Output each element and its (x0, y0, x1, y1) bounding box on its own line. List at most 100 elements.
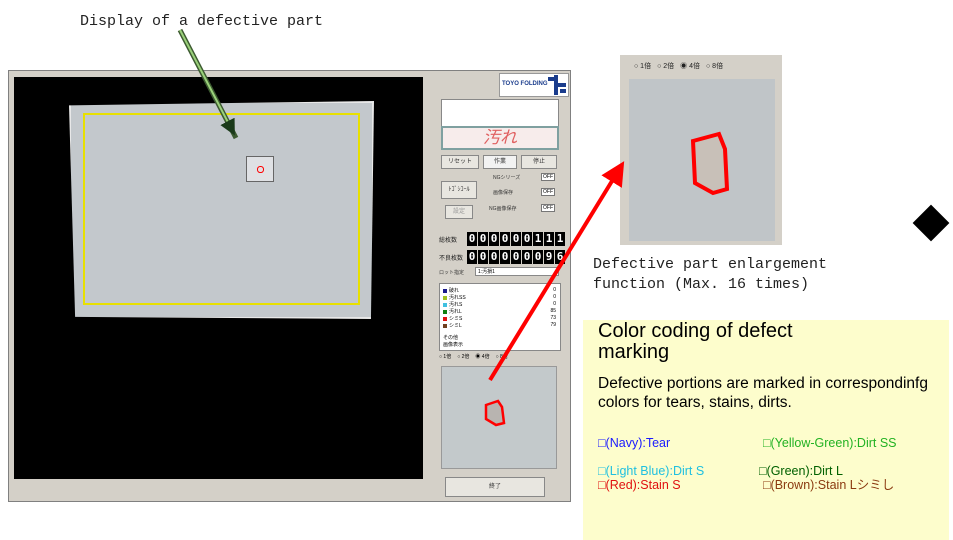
legend-red-stain-s: □(Red):Stain S (598, 478, 681, 492)
legend-name: 汚れL (449, 309, 462, 315)
counter-digit: 0 (500, 232, 510, 246)
counter-digit: 0 (467, 232, 477, 246)
run-button[interactable]: 作業 (483, 155, 517, 169)
lot-select-value: 1:汚損1 (478, 269, 495, 275)
legend-row: 汚れS (443, 301, 462, 308)
zoom-radio[interactable]: ○ 1倍 (634, 63, 651, 70)
legend-value: 0 (553, 301, 556, 307)
image-save-toggle[interactable]: OFF (541, 188, 555, 196)
counter-digit: 0 (500, 250, 510, 264)
zoom-radio[interactable]: ◉ 4倍 (475, 354, 489, 360)
close-button[interactable]: 終了 (445, 477, 545, 497)
enlargement-window: ○ 1倍 ○ 2倍 ◉ 4倍 ○ 8倍 (620, 55, 782, 245)
stop-button[interactable]: 停止 (521, 155, 557, 169)
counter-digit: 0 (467, 250, 477, 264)
legend-swatch (443, 302, 447, 307)
counter-digit: 9 (544, 250, 554, 264)
lamp-button[interactable]: ﾄｺﾞｼｺｰﾙ (441, 181, 477, 199)
defect-type-label: 汚れ (441, 126, 559, 150)
legend-row: 汚れL (443, 308, 462, 315)
legend-value: 73 (550, 315, 556, 321)
legend-extra: その他 (443, 335, 459, 341)
zoom-radio[interactable]: ○ 8倍 (706, 63, 723, 70)
setting-button[interactable]: 設定 (445, 205, 473, 219)
display-defect-caption: Display of a defective part (80, 13, 324, 30)
legend-extra: 画像表示 (443, 342, 464, 348)
counter-digit: 0 (478, 250, 488, 264)
zoom-radio[interactable]: ○ 2倍 (657, 63, 674, 70)
legend-value: 0 (553, 294, 556, 300)
defect-legend-list: 破れ 0 汚れSS 0 汚れS 0 汚れL 85 シミS 73 シミL 79 その他 画像表示 (439, 283, 561, 351)
defect-marker-box[interactable] (246, 156, 274, 182)
legend-yellow-green-dirt-ss: □(Yellow-Green):Dirt SS (763, 437, 897, 450)
company-logo: TOYO FOLDING (499, 73, 569, 97)
zoom-radio[interactable]: ◉ 4倍 (680, 63, 700, 70)
color-coding-panel: Color coding of defect marking Defective… (583, 320, 949, 540)
defect-mark (257, 166, 264, 173)
counter-digit: 0 (489, 250, 499, 264)
ng-image-save-toggle[interactable]: OFF (541, 204, 555, 212)
mini-enlargement-view (441, 366, 557, 469)
legend-green-dirt-l: □(Green):Dirt L (759, 464, 843, 478)
counter-digit: 1 (555, 232, 565, 246)
zoom-radio[interactable]: ○ 8倍 (496, 354, 508, 360)
enlargement-zoom-radios[interactable]: ○ 1倍 ○ 2倍 ◉ 4倍 ○ 8倍 (634, 61, 729, 71)
legend-row: 汚れSS (443, 294, 466, 301)
counter-digit: 1 (544, 232, 554, 246)
legend-name: シミS (449, 316, 463, 322)
reset-button[interactable]: リセット (441, 155, 479, 169)
counter-digit: 0 (522, 232, 532, 246)
enlargement-view (629, 79, 775, 241)
lamp-button-label: ﾄｺﾞｼｺｰﾙ (448, 187, 470, 193)
legend-row: シミL (443, 322, 462, 329)
legend-yellow-green-text: □(Yellow-Green):Dirt SS (763, 436, 897, 450)
legend-swatch (443, 316, 447, 321)
total-count-label: 総枚数 (439, 238, 458, 244)
lot-select[interactable]: 1:汚損1 (475, 267, 559, 276)
legend-navy-tear: □(Navy):Tear (598, 436, 671, 450)
inspection-window: TOYO FOLDING 汚れ リセット 作業 停止 ﾄｺﾞｼｺｰﾙ NGシリー… (8, 70, 571, 502)
defect-count-label: 不良枚数 (439, 256, 464, 262)
ng-series-label: NGシリーズ (493, 175, 521, 181)
control-panel: TOYO FOLDING 汚れ リセット 作業 停止 ﾄｺﾞｼｺｰﾙ NGシリー… (431, 71, 571, 501)
legend-swatch (443, 288, 447, 293)
legend-value: 79 (550, 322, 556, 328)
enlarged-defect-mark (690, 131, 730, 196)
counter-digit: 0 (533, 250, 543, 264)
logo-text: TOYO FOLDING (502, 81, 548, 87)
legend-name: 汚れSS (449, 295, 466, 301)
ng-series-toggle[interactable]: OFF (541, 173, 555, 181)
legend-name: 破れ (449, 288, 460, 294)
counter-digit: 0 (489, 232, 499, 246)
legend-swatch (443, 323, 447, 328)
legend-row: シミS (443, 315, 462, 322)
logo-icon (548, 75, 566, 95)
legend-light-blue-dirt-s: □(Light Blue):Dirt S (598, 464, 705, 478)
legend-row: 破れ (443, 287, 459, 294)
enlargement-caption: Defective part enlargement function (Max… (593, 256, 828, 293)
legend-brown-stain-l: □(Brown):Stain Lシミし (763, 478, 895, 492)
counter-digit: 0 (522, 250, 532, 264)
counter-digit: 6 (555, 250, 565, 264)
panel-zoom-radios[interactable]: ○ 1倍 ○ 2倍 ◉ 4倍 ○ 8倍 (439, 353, 514, 360)
zoom-radio[interactable]: ○ 2倍 (457, 354, 469, 360)
counter-digit: 1 (533, 232, 543, 246)
color-coding-title: Color coding of defect marking (598, 320, 793, 363)
fabric-viewer[interactable] (14, 77, 423, 479)
legend-name: 汚れS (449, 302, 463, 308)
counter-digit: 0 (511, 250, 521, 264)
diamond-bullet-icon (912, 204, 950, 242)
legend-value: 85 (550, 308, 556, 314)
status-display (441, 99, 559, 129)
legend-name: シミL (449, 323, 462, 329)
fabric-image (69, 101, 374, 319)
counter-digit: 0 (478, 232, 488, 246)
zoom-radio[interactable]: ○ 1倍 (439, 354, 451, 360)
image-save-label: 画像保存 (493, 190, 514, 196)
defect-count-display: 000000096 (467, 250, 565, 264)
total-count-display: 000000111 (467, 232, 565, 246)
color-coding-description: Defective portions are marked in corresp… (598, 375, 928, 411)
counter-digit: 0 (511, 232, 521, 246)
legend-swatch (443, 295, 447, 300)
lot-label: ロット指定 (439, 270, 465, 276)
